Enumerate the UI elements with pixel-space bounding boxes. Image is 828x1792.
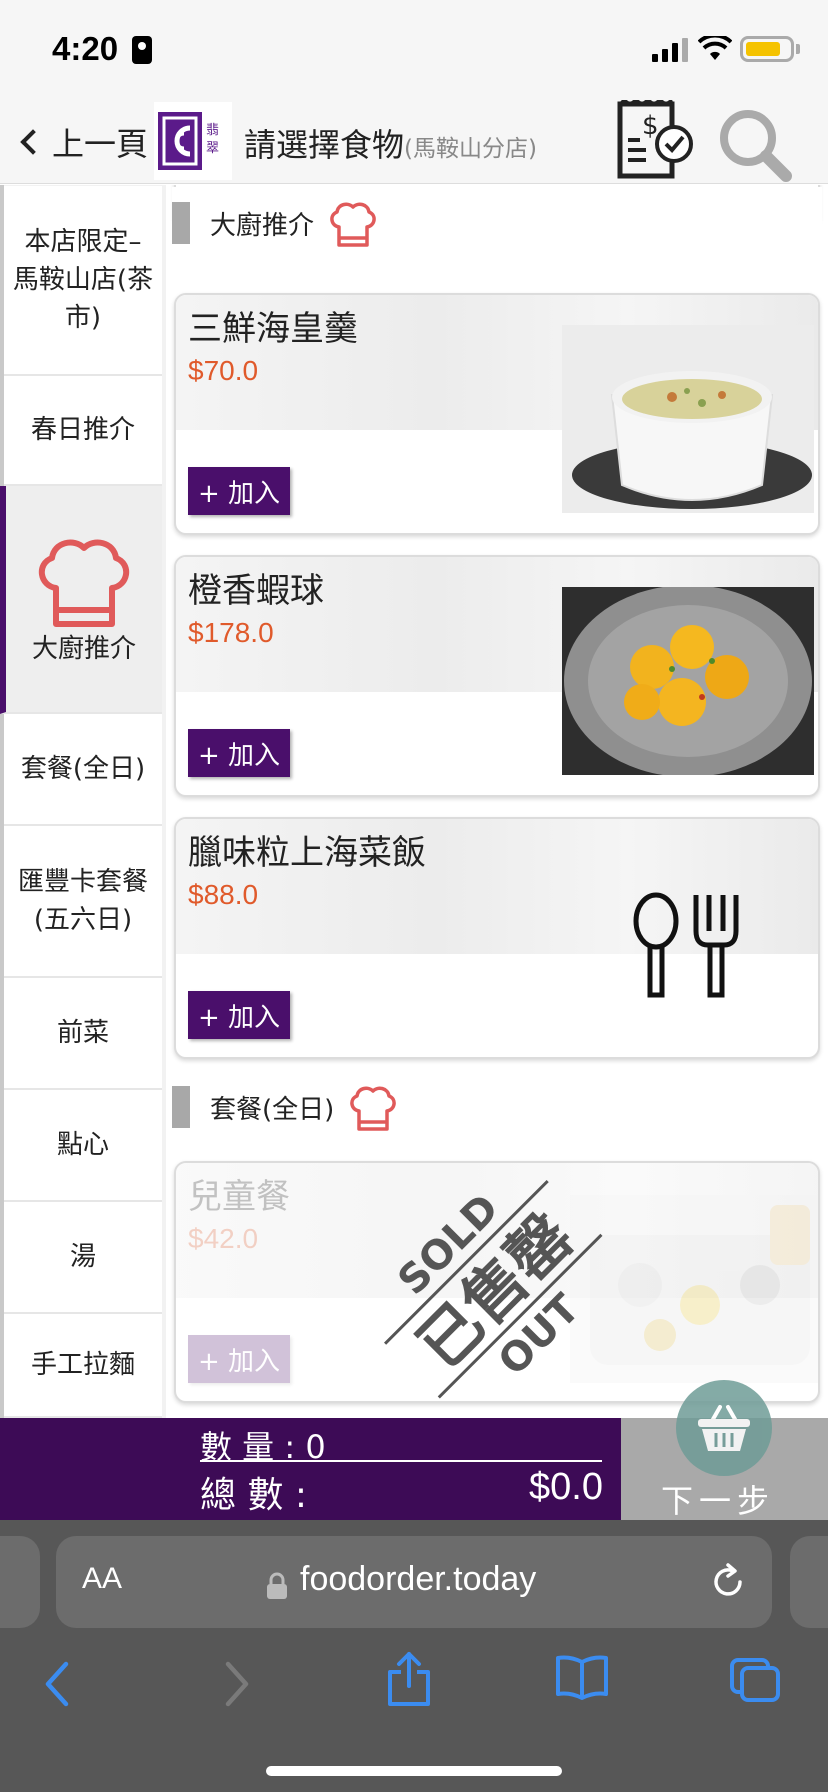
reader-options-label: AA — [82, 1562, 123, 1595]
back-button[interactable]: 上一頁 — [16, 120, 148, 164]
dish-name: 橙香蝦球 — [188, 571, 324, 611]
dish-image-orange-prawns — [562, 587, 814, 775]
svg-text:翠: 翠 — [206, 141, 219, 156]
tabs-icon[interactable] — [728, 1656, 782, 1704]
dish-price: $42.0 — [188, 1223, 259, 1254]
chevron-left-icon — [20, 129, 46, 155]
receipt-icon[interactable]: $ — [616, 100, 696, 180]
section-header: 套餐(全日) — [172, 1071, 822, 1143]
sidebar-item-label: 手工拉麵 — [30, 1350, 135, 1380]
svg-text:$: $ — [642, 111, 659, 141]
add-to-cart-button[interactable]: + 加入 — [188, 467, 290, 515]
battery-tip — [796, 44, 800, 54]
reader-options-button[interactable]: AA — [82, 1562, 122, 1596]
menu-card: 三鮮海皇羹 $70.0 + 加入 — [174, 293, 820, 535]
address-bar[interactable]: AA foodorder.today — [56, 1536, 772, 1628]
page-title-text: 請選擇食物 — [244, 126, 405, 164]
dish-name: 臘味粒上海菜飯 — [188, 833, 426, 873]
svg-text:翡: 翡 — [206, 123, 219, 138]
wifi-icon — [698, 36, 732, 60]
cart-total-value: $0.0 — [529, 1466, 603, 1508]
restaurant-logo: 翡 翠 — [154, 102, 232, 180]
previous-tab-preview[interactable] — [0, 1536, 40, 1628]
share-icon[interactable] — [386, 1650, 432, 1708]
chef-hat-icon — [39, 539, 129, 627]
browser-toolbar: AA foodorder.today — [0, 1520, 828, 1792]
url-text: foodorder.today — [300, 1560, 537, 1598]
bookmarks-icon[interactable] — [554, 1654, 610, 1700]
add-to-cart-button[interactable]: + 加入 — [188, 729, 290, 777]
dish-price: $178.0 — [188, 617, 274, 648]
menu-card: 橙香蝦球 $178.0 + 加入 — [174, 555, 820, 797]
page-title: 請選擇食物(馬鞍山分店) — [244, 120, 537, 166]
sidebar-item-label: 春日推介 — [30, 415, 135, 445]
basket-icon[interactable] — [676, 1380, 772, 1476]
dish-name: 三鮮海皇羹 — [188, 309, 358, 349]
lock-icon — [267, 1572, 287, 1599]
menu-card-sold-out: 兒童餐 $42.0 + 加入 SOLD 已售罄 OUT — [174, 1161, 820, 1403]
section-title: 套餐(全日) — [210, 1094, 335, 1125]
next-tab-preview[interactable] — [790, 1536, 828, 1628]
dish-image-seafood-soup — [562, 325, 814, 513]
back-arrow-icon[interactable] — [40, 1658, 76, 1710]
reload-icon[interactable] — [708, 1562, 748, 1602]
section-marker — [172, 1086, 190, 1128]
sidebar-item-label: 前菜 — [56, 1018, 109, 1048]
section-header: 大廚推介 — [172, 187, 822, 259]
next-step-label: 下一步 — [661, 1482, 776, 1520]
sidebar-item-chef-recommend[interactable]: 大廚推介 — [0, 486, 162, 714]
sold-out-stamp: SOLD 已售罄 OUT — [383, 1179, 603, 1399]
cart-total-label: 總 數 : — [200, 1475, 308, 1516]
home-indicator[interactable] — [266, 1766, 562, 1776]
cart-summary: 數 量 : 0 總 數 : $0.0 — [0, 1418, 621, 1520]
dish-price: $88.0 — [188, 879, 259, 910]
dish-name: 兒童餐 — [188, 1177, 290, 1217]
status-bar: 4:20 — [0, 0, 828, 100]
add-to-cart-button-disabled: + 加入 — [188, 1335, 290, 1383]
sidebar-item-label: 本店限定–馬鞍山店(茶市) — [12, 227, 154, 333]
search-icon[interactable] — [716, 106, 794, 184]
status-time: 4:20 — [52, 30, 119, 67]
portrait-lock-icon — [132, 36, 152, 64]
dish-price: $70.0 — [188, 355, 259, 386]
battery-icon — [740, 36, 794, 62]
menu-card: 臘味粒上海菜飯 $88.0 + 加入 — [174, 817, 820, 1059]
chef-hat-icon — [350, 1086, 397, 1131]
section-title: 大廚推介 — [210, 210, 315, 241]
menu-content: 大廚推介 三鮮海皇羹 $70.0 + 加入 橙香蝦球 $178.0 + 加入 臘… — [166, 185, 828, 1418]
sidebar-item-hsbc-set[interactable]: 匯豐卡套餐(五六日) — [4, 826, 162, 978]
sidebar-item-label: 大廚推介 — [31, 634, 136, 664]
sidebar-item-label: 點心 — [56, 1130, 109, 1160]
forward-arrow-icon[interactable] — [218, 1658, 254, 1710]
spoon-fork-icon — [633, 892, 739, 998]
sidebar-item-appetizer[interactable]: 前菜 — [4, 978, 162, 1090]
signal-icon — [652, 38, 688, 62]
sidebar-item-soup[interactable]: 湯 — [4, 1202, 162, 1314]
sidebar-item-noodles[interactable]: 手工拉麵 — [4, 1314, 162, 1418]
sidebar-item-label: 湯 — [69, 1242, 96, 1272]
sidebar-item-set-meal[interactable]: 套餐(全日) — [4, 714, 162, 826]
sidebar-item-label: 套餐(全日) — [20, 754, 146, 784]
sidebar-item-spring[interactable]: 春日推介 — [4, 376, 162, 486]
branch-name: (馬鞍山分店) — [404, 136, 537, 162]
page-header: 上一頁 翡 翠 請選擇食物(馬鞍山分店) $ — [0, 100, 828, 184]
cart-divider — [200, 1460, 602, 1462]
section-marker — [172, 202, 190, 244]
back-label: 上一頁 — [52, 125, 149, 163]
chef-hat-icon — [330, 202, 376, 247]
sidebar-item-label: 匯豐卡套餐(五六日) — [17, 867, 148, 935]
add-to-cart-button[interactable]: + 加入 — [188, 991, 290, 1039]
sidebar-item-dim-sum[interactable]: 點心 — [4, 1090, 162, 1202]
sidebar-item-limited[interactable]: 本店限定–馬鞍山店(茶市) — [4, 186, 162, 376]
